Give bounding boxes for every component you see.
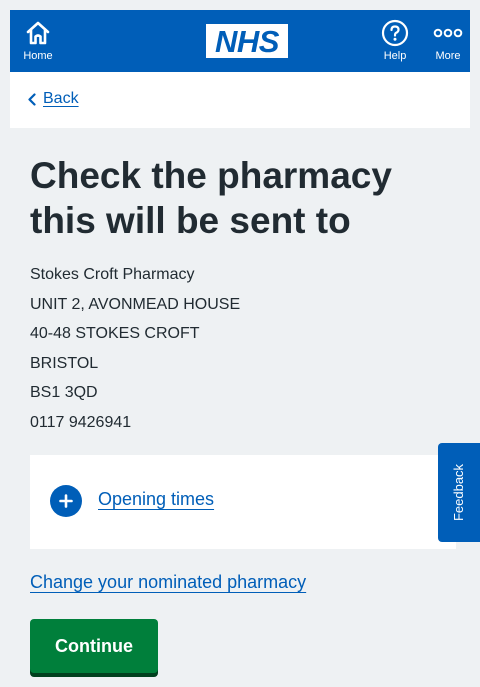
app-header: Home NHS Help More bbox=[10, 10, 470, 72]
home-nav-button[interactable]: Home bbox=[14, 10, 62, 72]
plus-circle-icon bbox=[50, 485, 82, 517]
feedback-tab[interactable]: Feedback bbox=[438, 443, 480, 542]
home-icon bbox=[25, 17, 51, 49]
pharmacy-address: Stokes Croft Pharmacy UNIT 2, AVONMEAD H… bbox=[30, 260, 240, 437]
more-nav-label: More bbox=[435, 50, 461, 62]
home-nav-label: Home bbox=[23, 50, 53, 62]
pharmacy-phone: 0117 9426941 bbox=[30, 413, 132, 431]
more-icon bbox=[433, 17, 463, 49]
nhs-logo-text: NHS bbox=[215, 23, 279, 59]
back-link[interactable]: Back bbox=[28, 90, 79, 108]
address-postcode: BS1 3QD bbox=[30, 384, 98, 401]
back-link-bar: Back bbox=[10, 72, 470, 128]
chevron-left-icon bbox=[28, 92, 36, 106]
page-title: Check the pharmacy this will be sent to bbox=[30, 155, 392, 241]
help-nav-label: Help bbox=[383, 50, 407, 62]
help-nav-button[interactable]: Help bbox=[371, 10, 419, 72]
help-icon bbox=[381, 17, 409, 49]
opening-times-label[interactable]: Opening times bbox=[98, 489, 214, 510]
nhs-logo[interactable]: NHS bbox=[206, 24, 288, 58]
feedback-label: Feedback bbox=[451, 463, 467, 522]
pharmacy-name: Stokes Croft Pharmacy bbox=[30, 266, 195, 283]
back-link-label: Back bbox=[43, 90, 79, 107]
address-line-1: UNIT 2, AVONMEAD HOUSE bbox=[30, 295, 241, 313]
more-nav-button[interactable]: More bbox=[426, 10, 470, 72]
address-town: BRISTOL bbox=[30, 354, 99, 372]
change-pharmacy-link[interactable]: Change your nominated pharmacy bbox=[30, 572, 306, 593]
address-line-2: 40-48 STOKES CROFT bbox=[30, 325, 200, 342]
opening-times-expander[interactable]: Opening times bbox=[30, 455, 456, 549]
continue-button[interactable]: Continue bbox=[30, 619, 158, 673]
